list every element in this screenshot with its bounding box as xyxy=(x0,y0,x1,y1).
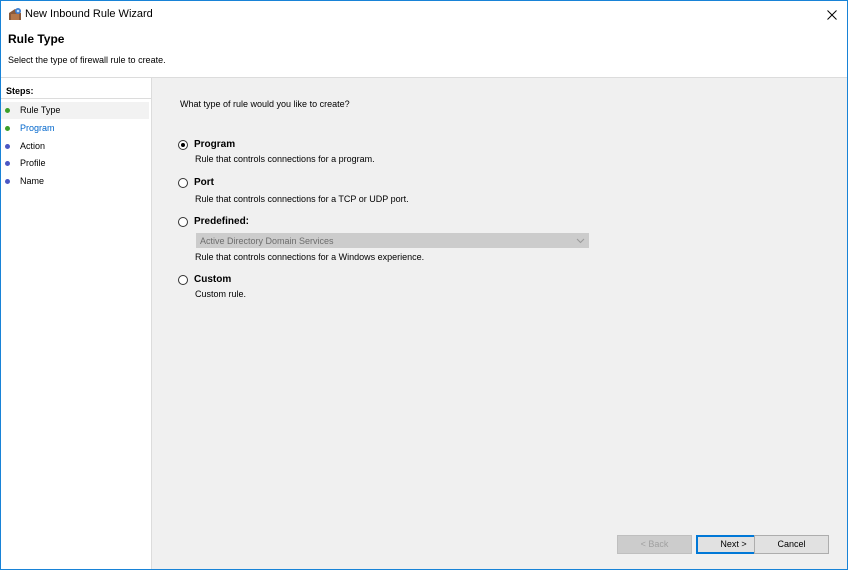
cancel-button[interactable]: Cancel xyxy=(754,535,829,554)
close-button[interactable] xyxy=(817,1,847,28)
program-description: Rule that controls connections for a pro… xyxy=(195,154,375,164)
custom-radio[interactable] xyxy=(178,275,188,285)
program-radio[interactable] xyxy=(178,140,188,150)
chevron-down-icon xyxy=(576,238,585,244)
step-profile: Profile xyxy=(1,155,149,172)
step-label: Rule Type xyxy=(20,105,61,115)
predefined-description: Rule that controls connections for a Win… xyxy=(195,252,425,262)
steps-divider xyxy=(1,98,151,99)
wizard-window: New Inbound Rule Wizard Rule Type Select… xyxy=(0,0,848,570)
wizard-content: What type of rule would you like to crea… xyxy=(152,78,847,569)
window-title: New Inbound Rule Wizard xyxy=(25,8,153,20)
back-button[interactable]: < Back xyxy=(617,535,692,554)
step-pending-dot-icon xyxy=(5,144,10,149)
step-rule-type: Rule Type xyxy=(1,102,149,119)
step-label: Profile xyxy=(20,158,46,168)
step-label: Name xyxy=(20,176,45,186)
step-done-dot-icon xyxy=(5,108,10,113)
steps-panel: Steps: Rule Type Program Action Profile … xyxy=(1,78,152,569)
step-pending-dot-icon xyxy=(5,179,10,184)
port-description: Rule that controls connections for a TCP… xyxy=(195,194,409,204)
page-title: Rule Type xyxy=(8,32,65,46)
title-bar: New Inbound Rule Wizard xyxy=(1,1,847,28)
step-program[interactable]: Program xyxy=(1,120,149,137)
steps-heading: Steps: xyxy=(6,86,34,96)
step-pending-dot-icon xyxy=(5,161,10,166)
custom-radio-label[interactable]: Custom xyxy=(194,274,231,285)
step-action: Action xyxy=(1,138,149,155)
step-label: Action xyxy=(20,141,46,151)
predefined-radio-label[interactable]: Predefined: xyxy=(194,216,249,227)
rule-type-question: What type of rule would you like to crea… xyxy=(180,99,350,109)
predefined-radio[interactable] xyxy=(178,217,188,227)
firewall-rule-icon xyxy=(9,8,21,20)
close-icon xyxy=(827,9,837,20)
predefined-select[interactable]: Active Directory Domain Services xyxy=(196,233,589,248)
predefined-select-value: Active Directory Domain Services xyxy=(200,236,334,246)
step-link-program[interactable]: Program xyxy=(20,123,55,133)
page-subtitle: Select the type of firewall rule to crea… xyxy=(8,55,166,65)
custom-description: Custom rule. xyxy=(195,289,247,299)
program-radio-label[interactable]: Program xyxy=(194,139,235,150)
step-name: Name xyxy=(1,173,149,190)
port-radio[interactable] xyxy=(178,178,188,188)
step-done-dot-icon xyxy=(5,126,10,131)
wizard-header: Rule Type Select the type of firewall ru… xyxy=(1,28,847,78)
port-radio-label[interactable]: Port xyxy=(194,177,214,188)
